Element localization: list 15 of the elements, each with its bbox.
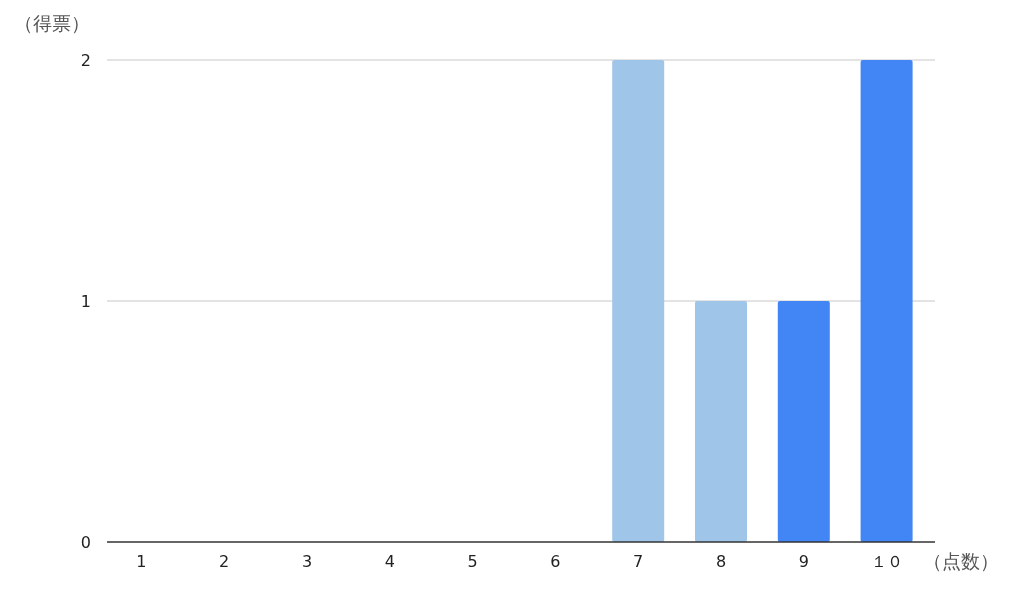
x-tick-label: 8 [715, 552, 727, 571]
x-tick-label: 6 [550, 552, 561, 571]
y-tick-label: 1 [80, 292, 91, 311]
y-axis-title: （得票） [14, 12, 90, 34]
x-tick-label: 5 [467, 552, 478, 571]
y-tick-label: 2 [80, 51, 91, 70]
x-tick-label: 9 [798, 552, 809, 571]
x-tick-label: 4 [384, 552, 395, 571]
y-tick-label: 0 [80, 533, 91, 552]
x-tick-label: １０ [870, 552, 903, 571]
x-axis-title: （点数） [923, 550, 999, 572]
x-tick-label: 7 [633, 552, 644, 571]
x-tick-label: 3 [301, 552, 313, 571]
x-tick-label: 2 [219, 552, 230, 571]
x-tick-label: 1 [136, 552, 147, 571]
